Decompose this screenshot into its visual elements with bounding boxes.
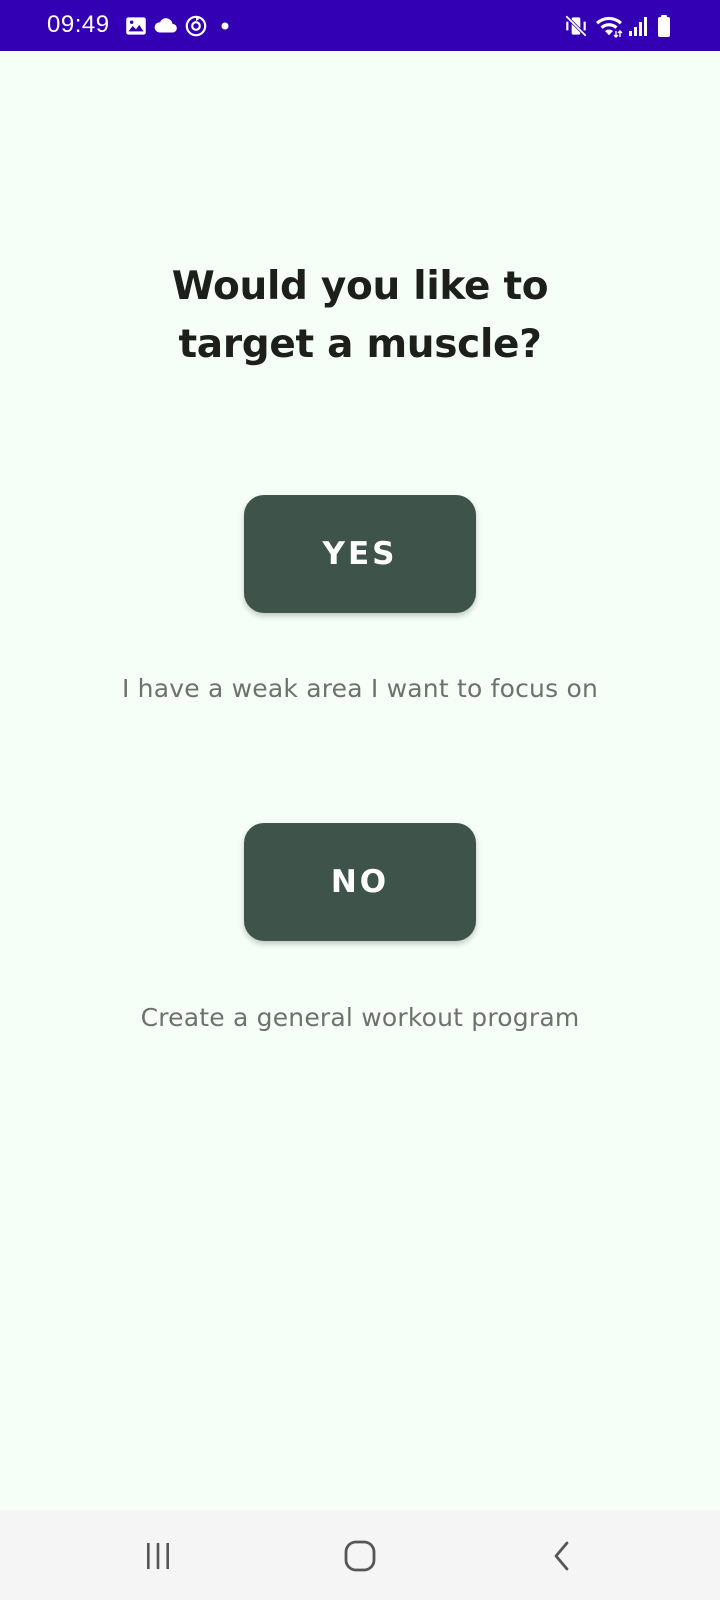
image-icon (123, 13, 149, 39)
home-icon[interactable] (336, 1532, 384, 1580)
yes-description: I have a weak area I want to focus on (121, 674, 599, 703)
sync-icon (183, 13, 209, 39)
battery-icon (656, 13, 672, 39)
no-button[interactable]: NO (244, 823, 476, 941)
navigation-bar (0, 1510, 720, 1600)
page-title-line-2: target a muscle? (178, 322, 542, 367)
vibrate-mute-icon (563, 13, 589, 39)
status-time: 09:49 (47, 11, 110, 38)
yes-button[interactable]: YES (244, 495, 476, 613)
back-icon[interactable] (538, 1532, 586, 1580)
recent-apps-icon[interactable] (134, 1532, 182, 1580)
page-title: Would you like to target a muscle? (0, 258, 720, 374)
no-description: Create a general workout program (140, 1003, 580, 1032)
wifi-icon (594, 13, 624, 39)
notification-dot-icon (218, 13, 232, 39)
page-title-line-1: Would you like to (171, 264, 549, 309)
status-bar: 09:49 (0, 0, 720, 51)
signal-icon (628, 13, 650, 39)
cloud-icon (153, 13, 179, 39)
